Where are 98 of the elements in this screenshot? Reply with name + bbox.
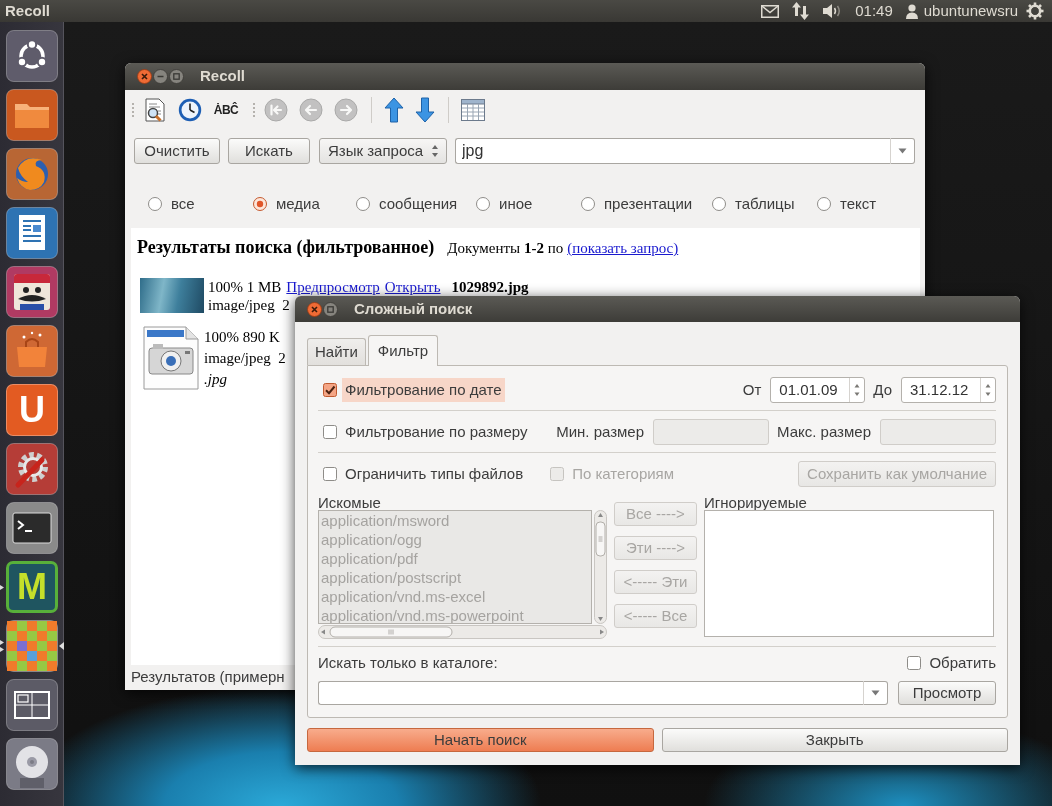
field-label: От xyxy=(742,379,762,400)
search-button[interactable]: Искать xyxy=(228,138,310,164)
field-label: До xyxy=(873,379,892,400)
gear-icon[interactable] xyxy=(1026,2,1044,20)
app-title: Recoll xyxy=(5,2,50,20)
checkbox[interactable] xyxy=(323,383,337,397)
username[interactable]: ubuntunewsru xyxy=(923,2,1018,20)
launcher-button[interactable]: U xyxy=(6,384,58,436)
launcher-button[interactable]: M xyxy=(6,561,58,613)
results-summary: Документы 1-2 по xyxy=(447,239,564,258)
radio-button[interactable] xyxy=(148,197,162,211)
search-field[interactable]: jpg xyxy=(455,138,890,164)
field-label: Искать только в каталоге: xyxy=(318,654,498,672)
grip-icon[interactable] xyxy=(252,101,256,119)
radio-label[interactable]: медиа xyxy=(276,192,320,216)
list-label: Игнорируемые xyxy=(704,495,808,510)
checkbox-label[interactable]: Ограничить типы файлов xyxy=(345,462,524,486)
volume-icon[interactable] xyxy=(822,3,843,19)
open-link[interactable]: Открыть xyxy=(384,278,441,296)
radio-button[interactable] xyxy=(476,197,490,211)
checkerboard-icon[interactable] xyxy=(6,620,58,672)
result-abstract: .jpg xyxy=(204,371,227,387)
document-icon[interactable] xyxy=(6,207,58,259)
dropdown-button[interactable] xyxy=(863,681,888,705)
network-icon[interactable] xyxy=(792,2,810,20)
result-info: 100% 890 K xyxy=(204,328,280,347)
workspace-grid-icon[interactable] xyxy=(6,679,58,731)
results-heading: Результаты поиска (фильтрованное) xyxy=(137,236,435,259)
radio-label[interactable]: сообщения xyxy=(379,192,458,216)
radio-label[interactable]: все xyxy=(171,192,195,216)
close-icon[interactable] xyxy=(307,301,322,317)
checkbox[interactable] xyxy=(323,467,337,481)
user-icon[interactable] xyxy=(905,3,918,19)
window-title: Recoll xyxy=(200,66,245,87)
directory-field[interactable] xyxy=(318,681,863,705)
dropdown-button[interactable] xyxy=(890,138,915,164)
query-language-select[interactable]: Язык запроса xyxy=(319,138,447,164)
minimize-icon[interactable] xyxy=(153,69,168,84)
gear-wrench-icon[interactable] xyxy=(6,443,58,495)
radio-button[interactable] xyxy=(712,197,726,211)
close-icon[interactable] xyxy=(137,69,152,84)
result-info: 100% 1 MB xyxy=(208,278,282,296)
circle-logo-icon[interactable] xyxy=(6,30,58,82)
tab[interactable]: Фильтр xyxy=(367,335,439,366)
vertical-scrollbar[interactable] xyxy=(594,510,607,624)
browse-button[interactable]: Просмотр xyxy=(898,681,996,705)
result-type: image/jpeg 2 xyxy=(204,350,286,366)
photo-placeholder xyxy=(140,278,204,313)
grip-icon[interactable] xyxy=(131,101,135,119)
radio-button[interactable] xyxy=(356,197,370,211)
tab[interactable]: Найти xyxy=(307,338,366,365)
checkbox-label[interactable]: Фильтрование по размеру xyxy=(345,420,528,444)
checkbox-label[interactable]: Обратить xyxy=(929,654,996,672)
status-text: Результатов (примерн xyxy=(131,667,285,688)
maximize-icon[interactable] xyxy=(323,301,338,317)
down-arrow-icon[interactable] xyxy=(415,97,435,123)
start-search-button[interactable]: Начать поиск xyxy=(307,728,654,752)
radio-label[interactable]: презентации xyxy=(604,192,693,216)
horizontal-scrollbar[interactable] xyxy=(318,625,607,639)
date-field[interactable]: 31.12.12 xyxy=(901,377,996,403)
checkbox[interactable] xyxy=(907,656,922,670)
shopping-bag-icon[interactable] xyxy=(6,325,58,377)
maximize-icon[interactable] xyxy=(169,69,184,84)
radio-label[interactable]: иное xyxy=(499,192,533,216)
field-label: Макс. размер xyxy=(777,421,871,442)
clock-icon[interactable] xyxy=(178,98,202,122)
clear-button[interactable]: Очистить xyxy=(134,138,220,164)
caret-icon[interactable] xyxy=(898,148,907,154)
radio-label[interactable]: текст xyxy=(840,192,877,216)
mail-icon[interactable] xyxy=(761,4,780,18)
folder-icon[interactable] xyxy=(6,89,58,141)
document-search-icon[interactable] xyxy=(143,98,167,122)
up-arrow-icon[interactable] xyxy=(384,97,404,123)
radio-button[interactable] xyxy=(581,197,595,211)
radio-button[interactable] xyxy=(817,197,831,211)
table-icon[interactable] xyxy=(461,99,485,121)
ignored-types-list[interactable] xyxy=(704,510,994,637)
checkbox[interactable] xyxy=(323,425,337,439)
preview-link[interactable]: Предпросмотр xyxy=(286,278,380,296)
checkbox-label[interactable]: Фильтрование по дате xyxy=(342,377,505,403)
date-field[interactable]: 01.01.09 xyxy=(770,377,866,403)
radio-label[interactable]: таблицы xyxy=(735,192,795,216)
show-query-link[interactable]: (показать запрос) xyxy=(567,237,679,260)
checkbox[interactable] xyxy=(550,467,565,481)
cartoon-face-icon[interactable] xyxy=(6,266,58,318)
clock[interactable]: 01:49 xyxy=(855,2,893,20)
spelling-button[interactable]: ȦBĈ xyxy=(213,98,239,122)
image-file-icon xyxy=(141,326,201,390)
close-button[interactable]: Закрыть xyxy=(661,728,1008,752)
globe-icon[interactable] xyxy=(6,148,58,200)
terminal-icon[interactable] xyxy=(6,502,58,554)
result-filename: 1029892.jpg xyxy=(451,278,529,296)
spinner-arrows-icon xyxy=(431,144,439,158)
list-label: Искомые xyxy=(318,495,382,510)
field-label: Мин. размер xyxy=(556,421,645,442)
window-title: Сложный поиск xyxy=(354,298,473,319)
result-type: image/jpeg 2 xyxy=(208,297,290,313)
radio-button[interactable] xyxy=(253,197,267,211)
